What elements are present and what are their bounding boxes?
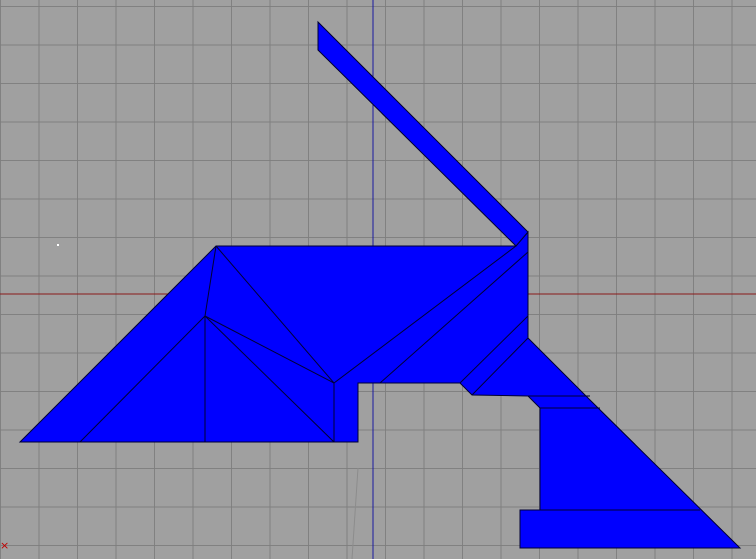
mesh-main-body[interactable] (18, 230, 742, 549)
blue-mesh-object[interactable] (18, 20, 742, 549)
axis-origin-glyph: × (0, 539, 10, 552)
vertex-point (57, 244, 59, 246)
mesh-arm[interactable] (317, 20, 529, 247)
scene-svg[interactable] (0, 0, 756, 559)
guide-line (351, 467, 359, 559)
viewport-canvas[interactable]: × (0, 0, 756, 559)
